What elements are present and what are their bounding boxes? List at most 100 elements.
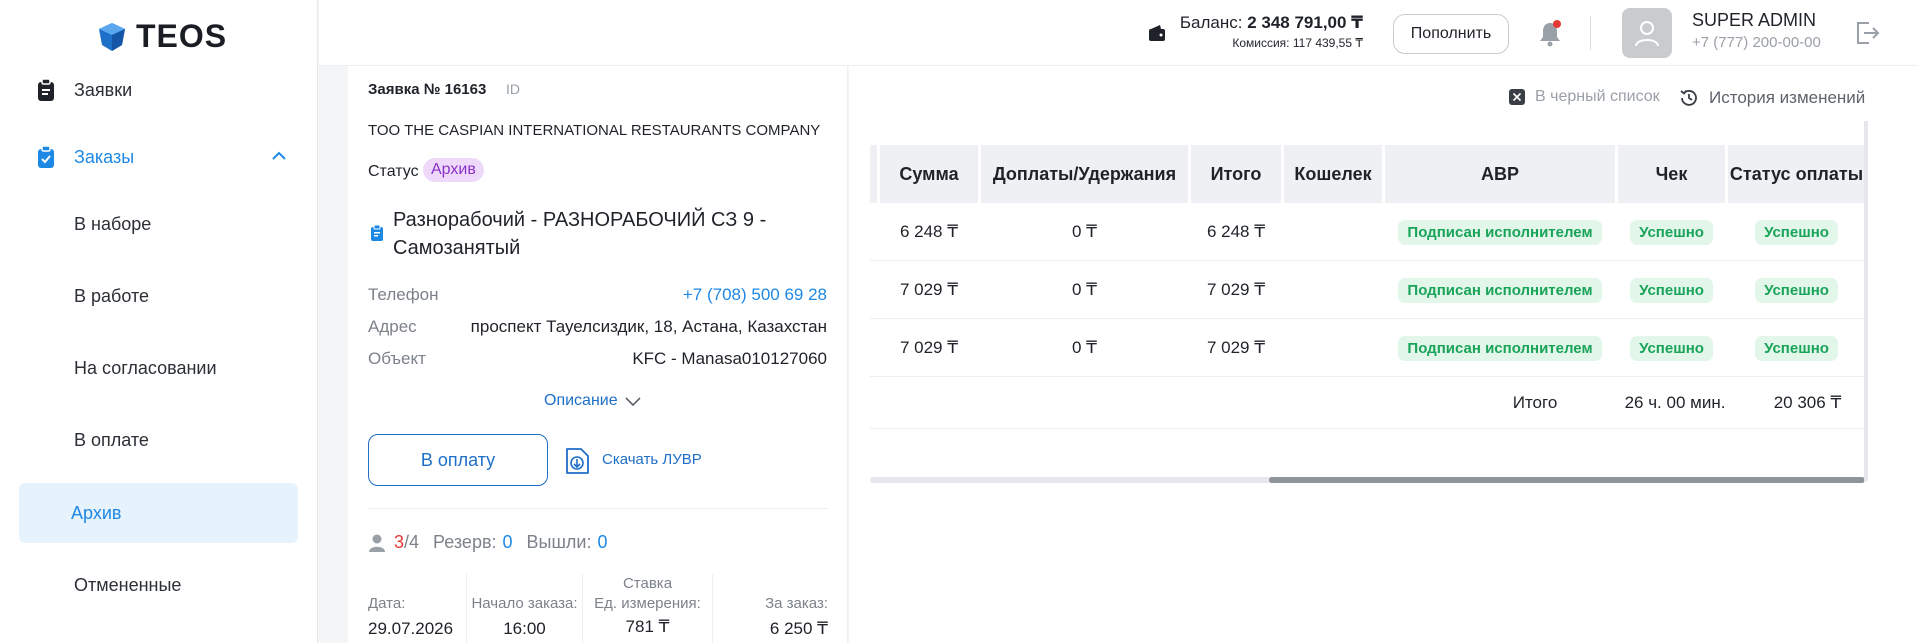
user-phone: +7 (777) 200-00-00 bbox=[1692, 34, 1821, 51]
footer-sum: 20 306 ₸ bbox=[1773, 393, 1842, 412]
cell-sum: 6 248 ₸ bbox=[899, 222, 959, 241]
history-action[interactable]: История изменений bbox=[1679, 88, 1865, 108]
logo[interactable]: TEOS bbox=[96, 18, 227, 55]
sidebar-item-orders[interactable]: Заказы bbox=[36, 133, 296, 181]
sidebar-item-label: В работе bbox=[74, 285, 150, 306]
horizontal-scrollbar[interactable] bbox=[870, 477, 1865, 483]
staff-total: 4 bbox=[409, 532, 420, 552]
clipboard-icon bbox=[38, 78, 54, 101]
blacklist-label: В черный список bbox=[1535, 88, 1660, 105]
check-badge: Успешно bbox=[1630, 219, 1713, 245]
sidebar-item-requests[interactable]: Заявки bbox=[36, 66, 296, 114]
logout-icon[interactable] bbox=[1854, 20, 1880, 46]
header-divider bbox=[1590, 16, 1591, 50]
order-details-card: Заявка № 16163 ID TOO THE CASPIAN INTERN… bbox=[348, 66, 848, 643]
balance-label: Баланс: bbox=[1179, 13, 1243, 32]
clipboard-check-icon bbox=[38, 145, 54, 168]
wallet-icon bbox=[1149, 25, 1165, 41]
logo-text: TEOS bbox=[136, 18, 228, 54]
download-luvr-link[interactable]: Скачать ЛУВР bbox=[602, 451, 702, 468]
rate-value: 781 ₸ bbox=[625, 617, 670, 636]
th-wallet: Кошелек bbox=[1284, 145, 1382, 203]
start-block: Начало заказа: 16:00 bbox=[466, 574, 583, 643]
order-title: Заявка № 16163 bbox=[368, 81, 487, 98]
user-name: SUPER ADMIN bbox=[1692, 10, 1817, 30]
sidebar-item-label: На согласовании bbox=[74, 357, 217, 378]
clipboard-icon bbox=[371, 224, 383, 241]
sidebar-item-label: В наборе bbox=[74, 213, 152, 234]
th-pay-status: Статус оплаты bbox=[1728, 145, 1865, 203]
sidebar-item-in-work[interactable]: В работе bbox=[0, 272, 318, 320]
sidebar-item-recruiting[interactable]: В наборе bbox=[0, 200, 318, 248]
total-value: 6 250 ₸ bbox=[769, 619, 828, 638]
footer-hours: 26 ч. 00 мин. bbox=[1624, 393, 1726, 412]
sidebar-item-label: Заказы bbox=[74, 146, 135, 167]
total-label: За заказ: bbox=[765, 595, 828, 612]
object-label: Объект bbox=[368, 349, 426, 368]
address-label: Адрес bbox=[368, 317, 417, 336]
phone-link[interactable]: +7 (708) 500 69 28 bbox=[457, 285, 827, 305]
sidebar-item-payment[interactable]: В оплате bbox=[0, 416, 318, 464]
th-total: Итого bbox=[1191, 145, 1281, 203]
cell-extra: 0 ₸ bbox=[1072, 222, 1097, 241]
chevron-up-icon[interactable] bbox=[270, 147, 288, 165]
table-footer-row: Итого 26 ч. 00 мин. 20 306 ₸ bbox=[870, 377, 1865, 429]
description-label: Описание bbox=[544, 392, 618, 409]
sidebar: TEOS Заявки Заказы В наборе В работе На … bbox=[0, 0, 318, 643]
download-file-icon[interactable] bbox=[563, 446, 591, 476]
staff-counter: 3/4 Резерв: 0 Вышли: 0 bbox=[368, 532, 608, 553]
object-value: KFC - Manasa010127060 bbox=[632, 349, 827, 368]
order-id-label[interactable]: ID bbox=[506, 81, 520, 97]
address-value: проспект Тауелсиздик, 18, Астана, Казахс… bbox=[470, 317, 827, 336]
history-label: История изменений bbox=[1709, 88, 1866, 107]
sidebar-item-label: Заявки bbox=[74, 79, 133, 100]
payments-panel: В черный список История изменений Сумма … bbox=[849, 66, 1917, 643]
rate-label: Ставка Ед. измерения: bbox=[583, 574, 712, 614]
vertical-scrollbar[interactable] bbox=[1864, 121, 1868, 481]
balance-value: 2 348 791,00 ₸ bbox=[1247, 13, 1363, 32]
job-title: Разнорабочий - РАЗНОРАБОЧИЙ СЗ 9 - Самоз… bbox=[393, 209, 767, 259]
cell-total: 7 029 ₸ bbox=[1206, 280, 1266, 299]
avr-badge: Подписан исполнителем bbox=[1398, 335, 1602, 361]
cell-extra: 0 ₸ bbox=[1072, 338, 1097, 357]
cell-sum: 7 029 ₸ bbox=[899, 338, 959, 357]
table-row[interactable]: 6 248 ₸ 0 ₸ 6 248 ₸ Подписан исполнителе… bbox=[870, 203, 1865, 261]
sidebar-item-cancelled[interactable]: Отмененные bbox=[0, 561, 318, 609]
table-row[interactable]: 7 029 ₸ 0 ₸ 7 029 ₸ Подписан исполнителе… bbox=[870, 319, 1865, 377]
chevron-down-icon bbox=[625, 397, 641, 407]
status-badge: Архив bbox=[423, 158, 484, 182]
cell-wallet bbox=[1284, 319, 1382, 377]
phone-label: Телефон bbox=[368, 285, 439, 304]
logo-icon bbox=[99, 22, 125, 51]
scrollbar-thumb[interactable] bbox=[1269, 477, 1865, 483]
rate-block: Ставка Ед. измерения: 781 ₸ bbox=[583, 574, 713, 643]
check-badge: Успешно bbox=[1630, 277, 1713, 303]
history-icon bbox=[1680, 89, 1697, 106]
sidebar-item-archive[interactable]: Архив bbox=[19, 483, 298, 543]
description-toggle[interactable]: Описание bbox=[544, 392, 642, 410]
topup-button[interactable]: Пополнить bbox=[1393, 14, 1509, 54]
balance-block: Баланс: 2 348 791,00 ₸ Комиссия: 117 439… bbox=[1174, 13, 1363, 50]
user-icon bbox=[1635, 21, 1659, 47]
start-label: Начало заказа: bbox=[471, 595, 578, 612]
commission-value: 117 439,55 ₸ bbox=[1292, 36, 1363, 50]
sidebar-item-label: Отмененные bbox=[74, 574, 182, 595]
avatar[interactable] bbox=[1622, 8, 1672, 58]
reserve-label: Резерв: bbox=[433, 532, 497, 552]
total-block: За заказ: 6 250 ₸ bbox=[713, 574, 828, 643]
to-payment-button[interactable]: В оплату bbox=[368, 434, 548, 486]
date-label: Дата: bbox=[368, 595, 406, 612]
th-sum: Сумма bbox=[880, 145, 978, 203]
bell-icon[interactable] bbox=[1537, 20, 1563, 48]
table-row[interactable]: 7 029 ₸ 0 ₸ 7 029 ₸ Подписан исполнителе… bbox=[870, 261, 1865, 319]
th-check: Чек bbox=[1618, 145, 1725, 203]
sidebar-item-approval[interactable]: На согласовании bbox=[0, 344, 318, 392]
blacklist-action[interactable]: В черный список bbox=[1509, 88, 1660, 106]
table-header-fragment bbox=[870, 145, 877, 203]
divider bbox=[368, 508, 828, 509]
avr-badge: Подписан исполнителем bbox=[1398, 277, 1602, 303]
sidebar-item-label: В оплате bbox=[74, 429, 149, 450]
start-value: 16:00 bbox=[503, 619, 546, 638]
cell-total: 7 029 ₸ bbox=[1206, 338, 1266, 357]
cell-sum: 7 029 ₸ bbox=[899, 280, 959, 299]
